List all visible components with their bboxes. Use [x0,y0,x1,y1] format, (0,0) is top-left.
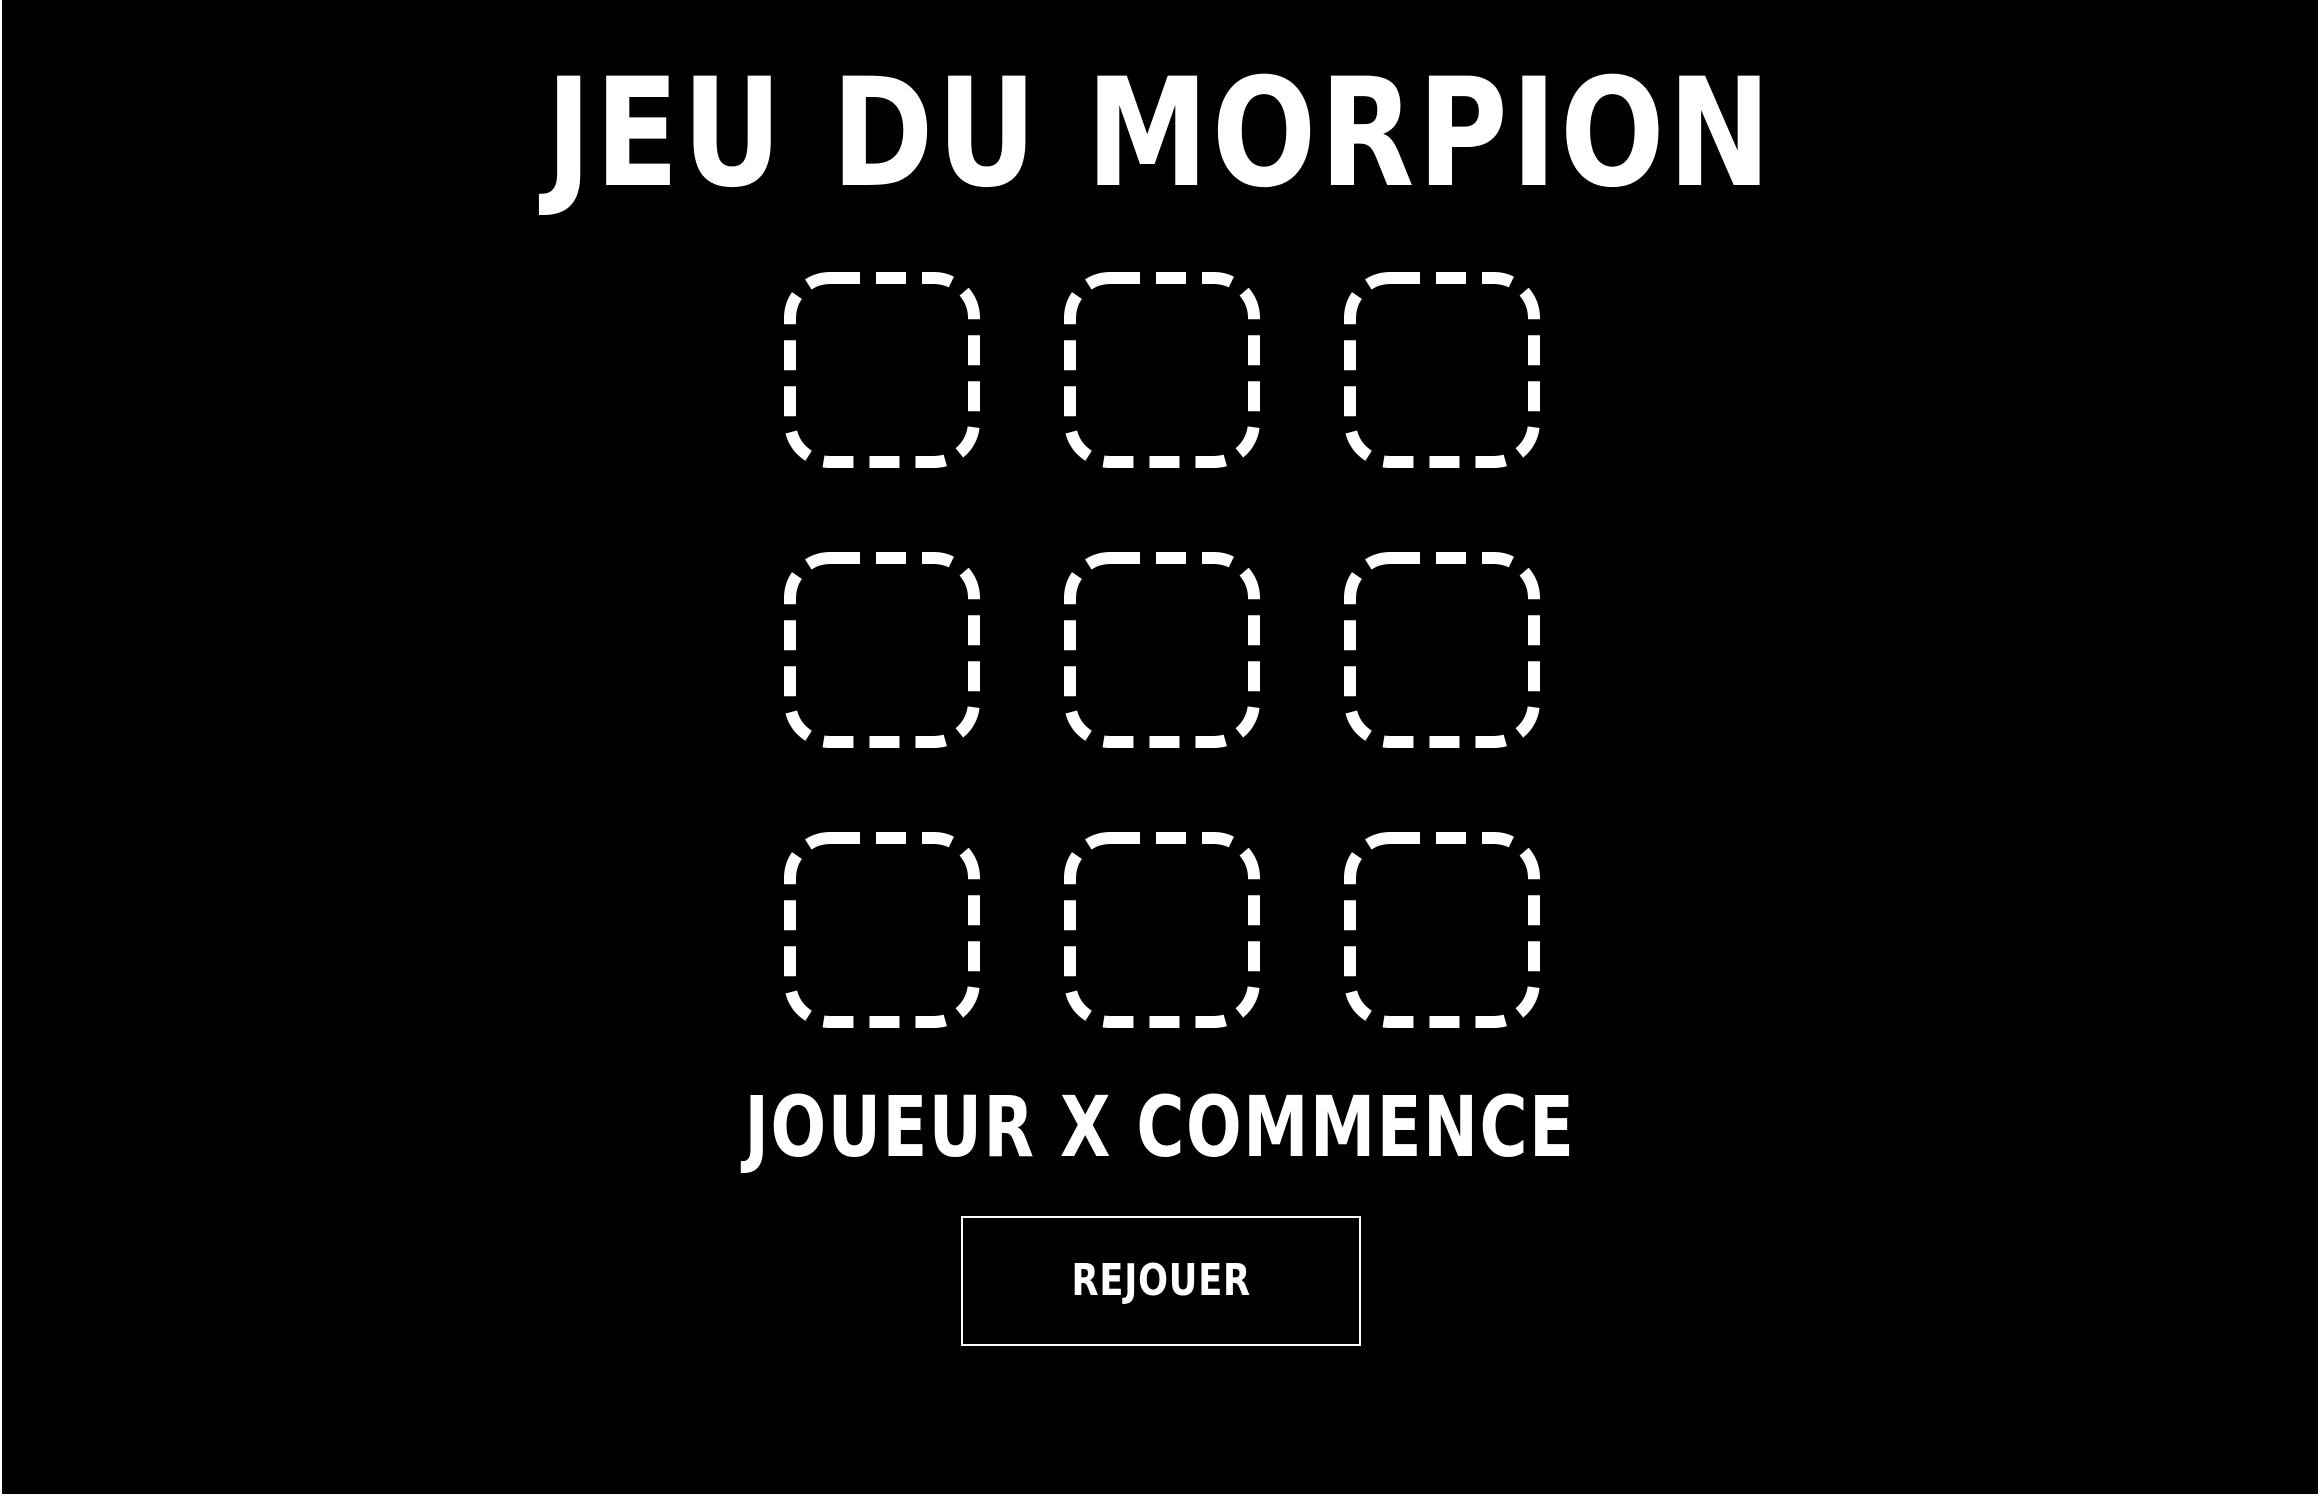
game-screen: JEU DU MORPION JOUEUR X COMMENCE REJOUER [2,0,2318,1494]
board-cell[interactable] [1062,550,1262,750]
cell-mark [1062,550,1262,750]
board-cell[interactable] [782,270,982,470]
cell-mark [1342,550,1542,750]
cell-mark [1062,270,1262,470]
cell-mark [782,830,982,1030]
board-cell[interactable] [1342,270,1542,470]
cell-mark [1062,830,1262,1030]
board-cell[interactable] [1062,830,1262,1030]
cell-mark [1342,270,1542,470]
replay-button-label: REJOUER [1071,1255,1251,1306]
board-cell[interactable] [1342,550,1542,750]
board-cell[interactable] [782,830,982,1030]
board-cell[interactable] [1062,270,1262,470]
board-cell[interactable] [782,550,982,750]
tic-tac-toe-board [2,0,2318,1100]
board-cell[interactable] [1342,830,1542,1030]
cell-mark [782,270,982,470]
cell-mark [1342,830,1542,1030]
status-message: JOUEUR X COMMENCE [744,1078,1576,1176]
replay-button[interactable]: REJOUER [961,1216,1361,1346]
cell-mark [782,550,982,750]
